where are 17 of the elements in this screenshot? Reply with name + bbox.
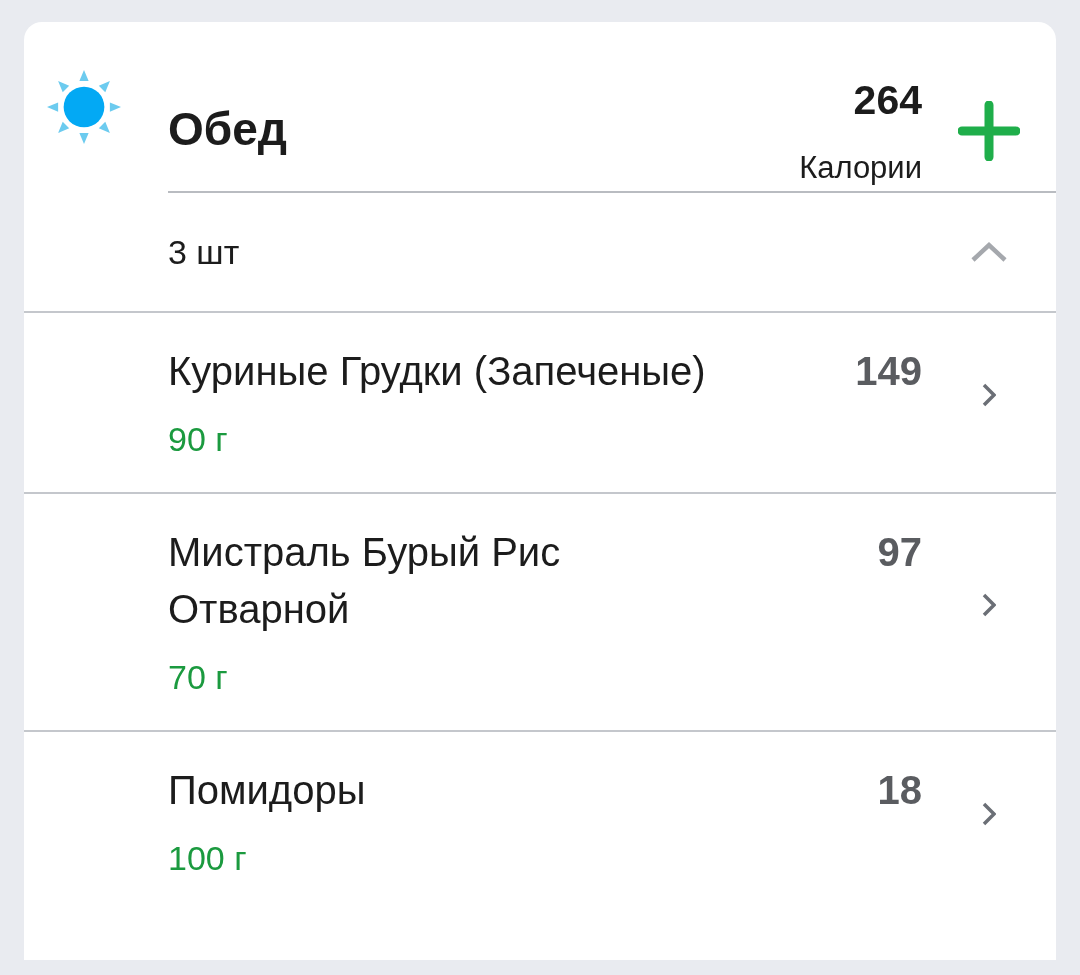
food-name: Помидоры (168, 767, 367, 814)
food-name: Куриные Грудки (Запеченые) (168, 348, 707, 395)
chevron-right-icon[interactable] (982, 383, 996, 407)
sun-icon (47, 70, 121, 144)
calorie-total: 264 (852, 78, 922, 122)
food-calories: 18 (877, 767, 922, 814)
food-amount: 90 г (168, 419, 229, 460)
chevron-right-icon[interactable] (982, 802, 996, 826)
chevron-right-icon[interactable] (982, 592, 996, 617)
food-calories: 149 (855, 348, 922, 395)
food-name: Мистраль Бурый Рис Отварной (168, 529, 562, 633)
item-count: 3 шт (168, 232, 241, 272)
food-amount: 70 г (168, 657, 229, 698)
food-calories: 97 (877, 529, 922, 576)
add-icon[interactable] (958, 101, 1020, 161)
calorie-label: Калории (799, 149, 922, 187)
food-amount: 100 г (168, 838, 248, 879)
